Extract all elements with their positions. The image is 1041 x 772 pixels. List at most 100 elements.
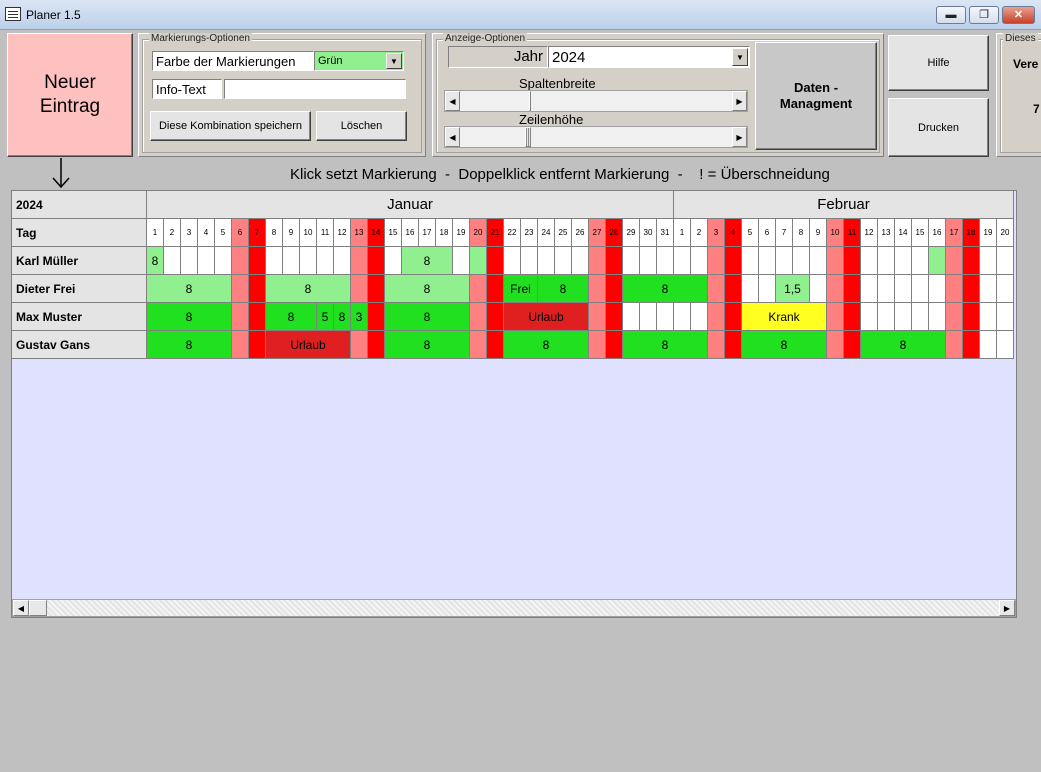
- day-cell[interactable]: [368, 303, 385, 331]
- day-cell[interactable]: [895, 303, 912, 331]
- day-cell[interactable]: [963, 331, 980, 359]
- day-cell[interactable]: [504, 247, 521, 275]
- day-cell[interactable]: [997, 331, 1014, 359]
- day-cell[interactable]: [232, 275, 249, 303]
- day-cell[interactable]: [980, 275, 997, 303]
- arrow-left-icon[interactable]: ◀: [445, 91, 460, 111]
- day-cell[interactable]: [708, 303, 725, 331]
- day-cell[interactable]: [453, 247, 470, 275]
- calendar-entry[interactable]: [470, 247, 486, 274]
- horizontal-scrollbar[interactable]: ◀ ▶: [12, 599, 1016, 617]
- day-cell[interactable]: [470, 331, 487, 359]
- calendar-entry[interactable]: 3: [351, 303, 367, 330]
- day-cell[interactable]: [963, 247, 980, 275]
- year-select[interactable]: 2024 ▼: [548, 46, 750, 68]
- day-cell[interactable]: [776, 247, 793, 275]
- day-cell[interactable]: [487, 275, 504, 303]
- day-cell[interactable]: [657, 247, 674, 275]
- arrow-left-icon[interactable]: ◀: [13, 600, 29, 616]
- calendar-entry[interactable]: 8: [623, 275, 707, 302]
- calendar-entry[interactable]: 8: [147, 247, 163, 274]
- day-cell[interactable]: [606, 331, 623, 359]
- day-cell[interactable]: [827, 247, 844, 275]
- calendar-entry[interactable]: 1,5: [776, 275, 809, 302]
- calendar-entry[interactable]: 8: [334, 303, 350, 330]
- day-cell[interactable]: [657, 303, 674, 331]
- day-cell[interactable]: [742, 275, 759, 303]
- day-cell[interactable]: [827, 275, 844, 303]
- calendar-entry[interactable]: 8: [538, 275, 588, 302]
- day-cell[interactable]: [606, 247, 623, 275]
- day-cell[interactable]: [759, 275, 776, 303]
- day-cell[interactable]: [198, 247, 215, 275]
- calendar-entry[interactable]: 8: [147, 303, 231, 330]
- chevron-down-icon[interactable]: ▼: [386, 53, 402, 69]
- day-cell[interactable]: [946, 303, 963, 331]
- day-cell[interactable]: [317, 247, 334, 275]
- day-cell[interactable]: [725, 331, 742, 359]
- calendar-entry[interactable]: 8: [147, 275, 231, 302]
- day-cell[interactable]: [963, 303, 980, 331]
- day-cell[interactable]: [810, 275, 827, 303]
- day-cell[interactable]: [861, 275, 878, 303]
- day-cell[interactable]: [878, 303, 895, 331]
- day-cell[interactable]: [997, 303, 1014, 331]
- day-cell[interactable]: [249, 247, 266, 275]
- calendar-entry[interactable]: 8: [385, 275, 469, 302]
- calendar-entry[interactable]: 8: [402, 247, 452, 274]
- day-cell[interactable]: [861, 303, 878, 331]
- day-cell[interactable]: [351, 275, 368, 303]
- calendar-entry[interactable]: 8: [742, 331, 826, 358]
- day-cell[interactable]: [844, 275, 861, 303]
- day-cell[interactable]: [997, 275, 1014, 303]
- print-button[interactable]: Drucken: [888, 98, 989, 157]
- day-cell[interactable]: [946, 247, 963, 275]
- day-cell[interactable]: [691, 247, 708, 275]
- color-select[interactable]: Grün ▼: [314, 51, 404, 71]
- day-cell[interactable]: [912, 275, 929, 303]
- day-cell[interactable]: [232, 303, 249, 331]
- day-cell[interactable]: [640, 303, 657, 331]
- day-cell[interactable]: [470, 303, 487, 331]
- day-cell[interactable]: [810, 247, 827, 275]
- arrow-right-icon[interactable]: ▶: [732, 127, 747, 147]
- arrow-left-icon[interactable]: ◀: [445, 127, 460, 147]
- day-cell[interactable]: [385, 247, 402, 275]
- calendar-entry[interactable]: 8: [861, 331, 945, 358]
- day-cell[interactable]: [487, 247, 504, 275]
- day-cell[interactable]: [878, 247, 895, 275]
- day-cell[interactable]: [640, 247, 657, 275]
- row-height-thumb[interactable]: [525, 127, 531, 147]
- day-cell[interactable]: [878, 275, 895, 303]
- day-cell[interactable]: [929, 303, 946, 331]
- day-cell[interactable]: [334, 247, 351, 275]
- day-cell[interactable]: [300, 247, 317, 275]
- day-cell[interactable]: [487, 331, 504, 359]
- maximize-button[interactable]: ❐: [969, 6, 999, 24]
- day-cell[interactable]: [844, 331, 861, 359]
- day-cell[interactable]: [946, 331, 963, 359]
- calendar-entry[interactable]: 8: [147, 331, 231, 358]
- day-cell[interactable]: [980, 331, 997, 359]
- day-cell[interactable]: [895, 247, 912, 275]
- day-cell[interactable]: [980, 303, 997, 331]
- help-button[interactable]: Hilfe: [888, 35, 989, 91]
- day-cell[interactable]: [368, 247, 385, 275]
- calendar-entry[interactable]: 8: [385, 303, 469, 330]
- day-cell[interactable]: [283, 247, 300, 275]
- chevron-down-icon[interactable]: ▼: [732, 48, 748, 66]
- horizontal-scroll-thumb[interactable]: [29, 600, 47, 616]
- calendar-entry[interactable]: Urlaub: [266, 331, 350, 358]
- arrow-right-icon[interactable]: ▶: [732, 91, 747, 111]
- day-cell[interactable]: [249, 331, 266, 359]
- day-cell[interactable]: [861, 247, 878, 275]
- day-cell[interactable]: [606, 303, 623, 331]
- calendar-entry[interactable]: Krank: [742, 303, 826, 330]
- data-management-button[interactable]: Daten - Managment: [755, 42, 877, 150]
- day-cell[interactable]: [589, 331, 606, 359]
- day-cell[interactable]: [589, 275, 606, 303]
- day-cell[interactable]: [895, 275, 912, 303]
- day-cell[interactable]: [759, 247, 776, 275]
- calendar-entry[interactable]: 8: [266, 275, 350, 302]
- day-cell[interactable]: [368, 331, 385, 359]
